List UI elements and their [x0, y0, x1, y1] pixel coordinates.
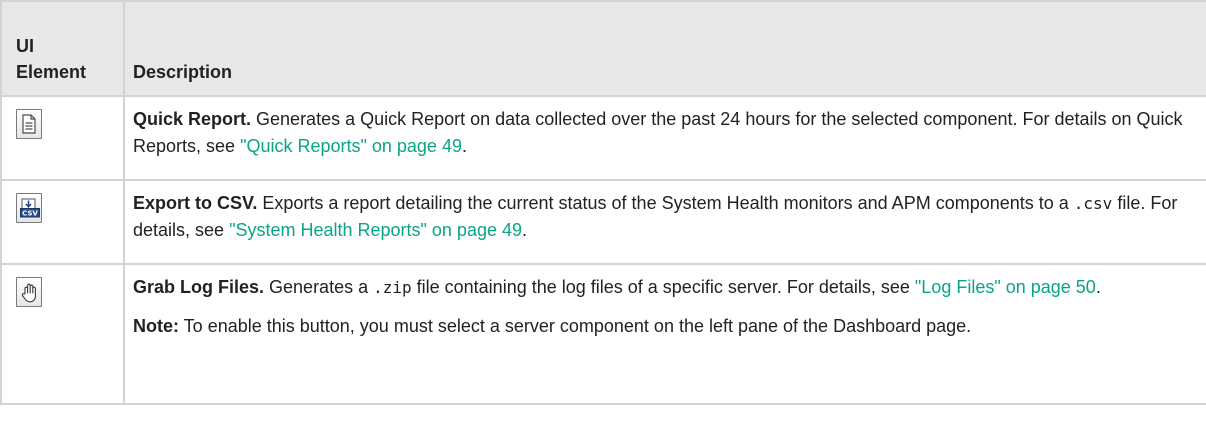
quick-report-icon[interactable] [16, 109, 42, 139]
quick-reports-link[interactable]: "Quick Reports" on page 49 [240, 136, 462, 156]
header-ui-label: UI [16, 36, 34, 56]
log-files-link[interactable]: "Log Files" on page 50 [915, 277, 1096, 297]
row-text-end: . [1095, 277, 1101, 297]
table-row: CSV Export to CSV. Exports a report deta… [0, 179, 1206, 265]
code-csv: .csv [1073, 194, 1113, 213]
row-description: Export to CSV. Exports a report detailin… [133, 190, 1192, 244]
row-text: file containing the log files of a speci… [411, 277, 915, 297]
row-text: Generates a [264, 277, 374, 297]
export-csv-icon[interactable]: CSV [16, 193, 42, 223]
ui-elements-table: UI Element Description Quick Report. Gene… [0, 0, 1206, 405]
icon-cell [0, 263, 125, 405]
description-cell: Grab Log Files. Generates a .zip file co… [123, 263, 1206, 405]
svg-text:CSV: CSV [22, 210, 38, 218]
icon-cell: CSV [0, 179, 125, 265]
row-title: Export to CSV. [133, 193, 258, 213]
header-element-label: Element [16, 62, 87, 82]
icon-cell [0, 95, 125, 181]
table-row: Grab Log Files. Generates a .zip file co… [0, 263, 1206, 405]
description-cell: Export to CSV. Exports a report detailin… [123, 179, 1206, 265]
header-description: Description [123, 0, 1206, 97]
row-title: Grab Log Files. [133, 277, 265, 297]
grab-log-files-icon[interactable] [16, 277, 42, 307]
code-zip: .zip [373, 278, 412, 297]
note-label: Note: [133, 316, 179, 336]
row-description: Grab Log Files. Generates a .zip file co… [133, 274, 1192, 301]
system-health-reports-link[interactable]: "System Health Reports" on page 49 [229, 220, 522, 240]
description-cell: Quick Report. Generates a Quick Report o… [123, 95, 1206, 181]
note-text: To enable this button, you must select a… [179, 316, 972, 336]
row-title: Quick Report. [133, 109, 252, 129]
row-text-end: . [461, 136, 467, 156]
table-header-row: UI Element Description [0, 0, 1206, 97]
header-ui-element: UI Element [0, 0, 125, 97]
row-note: Note: To enable this button, you must se… [133, 313, 1192, 340]
row-text-end: . [522, 220, 528, 240]
row-text: Exports a report detailing the current s… [257, 193, 1074, 213]
row-description: Quick Report. Generates a Quick Report o… [133, 106, 1192, 160]
table-row: Quick Report. Generates a Quick Report o… [0, 95, 1206, 181]
